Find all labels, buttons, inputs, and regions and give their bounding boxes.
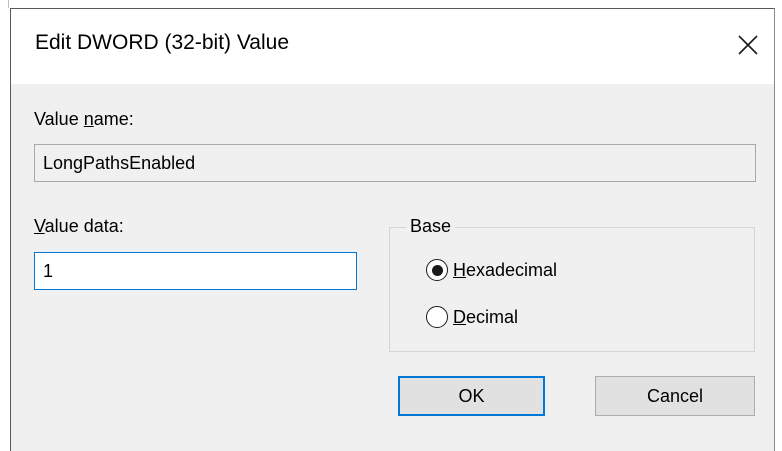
decimal-label-rest: ecimal: [466, 306, 519, 327]
divider: [8, 0, 9, 8]
value-name-accelerator: n: [83, 109, 94, 129]
close-icon[interactable]: [732, 29, 764, 61]
value-name-label: Value name:: [34, 109, 134, 130]
value-data-label: Value data:: [34, 216, 124, 237]
dialog-title: Edit DWORD (32-bit) Value: [35, 31, 290, 54]
value-name-label-part: ame:: [93, 109, 134, 129]
radio-hexadecimal-label: Hexadecimal: [453, 260, 557, 281]
decimal-accelerator: D: [453, 306, 466, 327]
value-data-input[interactable]: 1: [34, 252, 357, 290]
radio-selected-icon[interactable]: [426, 259, 448, 281]
radio-decimal-label: Decimal: [453, 307, 518, 328]
ok-button[interactable]: OK: [398, 376, 545, 416]
value-data-label-part: alue data:: [44, 216, 124, 236]
value-name-label-part: alue: [44, 109, 84, 129]
screen: Edit DWORD (32-bit) Value Value name: Lo…: [0, 0, 782, 451]
value-name-label-part: V: [34, 109, 45, 129]
cancel-button[interactable]: Cancel: [595, 376, 755, 416]
radio-dot: [431, 264, 443, 276]
base-legend: Base: [406, 216, 456, 237]
radio-decimal[interactable]: Decimal: [426, 306, 518, 328]
base-groupbox: Base Hexadecimal Decimal: [389, 216, 755, 352]
value-data-accelerator: V: [34, 216, 45, 236]
edit-dword-dialog: Edit DWORD (32-bit) Value Value name: Lo…: [10, 8, 775, 451]
value-name-field: LongPathsEnabled: [34, 144, 756, 182]
hexadecimal-label-rest: exadecimal: [466, 259, 558, 280]
radio-unselected-icon[interactable]: [426, 306, 448, 328]
title-bar: Edit DWORD (32-bit) Value: [11, 9, 774, 84]
background-window-edge: [0, 0, 782, 8]
hexadecimal-accelerator: H: [453, 259, 466, 280]
radio-hexadecimal[interactable]: Hexadecimal: [426, 259, 557, 281]
